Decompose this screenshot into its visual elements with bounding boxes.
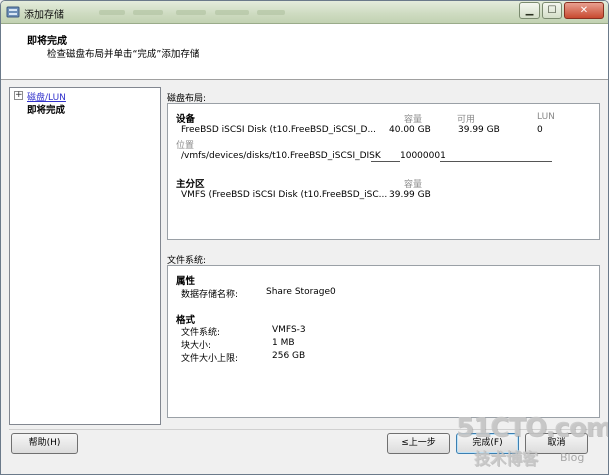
- device-name: FreeBSD iSCSI Disk (t10.FreeBSD_iSCSI_D.…: [181, 125, 377, 135]
- device-heading: 设备: [176, 114, 196, 125]
- title-bar[interactable]: 添加存储 ▁ ☐ ✕: [1, 1, 608, 24]
- primary-partition-heading: 主分区: [176, 179, 205, 190]
- device-lun: 0: [537, 125, 543, 135]
- site-watermark: 51CTO.com 技术博客 Blog: [456, 413, 608, 471]
- help-button[interactable]: 帮助(H): [11, 433, 78, 454]
- blurred-title-segment: [257, 10, 285, 15]
- blurred-title-segment: [215, 10, 249, 15]
- disk-layout-panel: 设备 容量 可用 LUN FreeBSD iSCSI Disk (t10.Fre…: [167, 103, 600, 240]
- fs-type-label: 文件系统:: [181, 328, 221, 338]
- location-suffix: 10000001: [400, 151, 446, 161]
- page-title: 即将完成: [27, 36, 67, 47]
- minimize-button[interactable]: ▁: [519, 2, 540, 19]
- blurred-title-segment: [133, 10, 163, 15]
- fs-type-value: VMFS-3: [272, 325, 306, 335]
- location-path: /vmfs/devices/disks/t10.FreeBSD_iSCSI_DI…: [181, 151, 381, 161]
- close-button[interactable]: ✕: [564, 2, 604, 19]
- format-heading: 格式: [176, 315, 196, 326]
- maximize-button[interactable]: ☐: [542, 2, 562, 19]
- device-available-header: 可用: [457, 115, 476, 125]
- watermark-blog: Blog: [560, 451, 585, 464]
- device-available: 39.99 GB: [458, 125, 500, 135]
- location-underline: [371, 161, 400, 162]
- block-size-label: 块大小:: [181, 341, 212, 351]
- watermark-sub: 技术博客: [474, 449, 539, 468]
- location-underline: [440, 161, 552, 162]
- back-button[interactable]: ≤上一步: [387, 433, 450, 454]
- device-capacity: 40.00 GB: [389, 125, 431, 135]
- step-ready-to-complete: 即将完成: [27, 105, 66, 116]
- add-storage-dialog: 添加存储 ▁ ☐ ✕ 即将完成 检查磁盘布局并单击“完成”添加存储 + 磁盘/L…: [0, 0, 609, 475]
- device-capacity-header: 容量: [404, 115, 423, 125]
- datastore-name-label: 数据存储名称:: [181, 290, 239, 300]
- watermark-main: 51CTO.com: [456, 413, 609, 443]
- block-size-value: 1 MB: [272, 338, 295, 348]
- storage-app-icon: [6, 6, 20, 18]
- expand-toggle-icon[interactable]: +: [14, 91, 23, 100]
- wizard-header: 即将完成 检查磁盘布局并单击“完成”添加存储: [1, 24, 608, 80]
- partition-name: VMFS (FreeBSD iSCSI Disk (t10.FreeBSD_iS…: [181, 190, 388, 200]
- partition-capacity-header: 容量: [404, 180, 423, 190]
- window-title: 添加存储: [24, 10, 64, 21]
- partition-capacity: 39.99 GB: [389, 190, 431, 200]
- datastore-name-value: Share Storage0: [266, 287, 336, 297]
- blurred-title-segment: [176, 10, 206, 15]
- page-subtitle: 检查磁盘布局并单击“完成”添加存储: [47, 49, 200, 60]
- blurred-title-segment: [99, 10, 125, 15]
- max-file-size-value: 256 GB: [272, 351, 306, 361]
- device-lun-header: LUN: [537, 112, 555, 122]
- max-file-size-label: 文件大小上限:: [181, 354, 239, 364]
- file-system-panel: 属性 数据存储名称: Share Storage0 格式 文件系统: VMFS-…: [167, 265, 600, 418]
- properties-heading: 属性: [176, 276, 196, 287]
- location-label: 位置: [176, 141, 195, 151]
- wizard-step-list: + 磁盘/LUN 即将完成: [9, 87, 161, 425]
